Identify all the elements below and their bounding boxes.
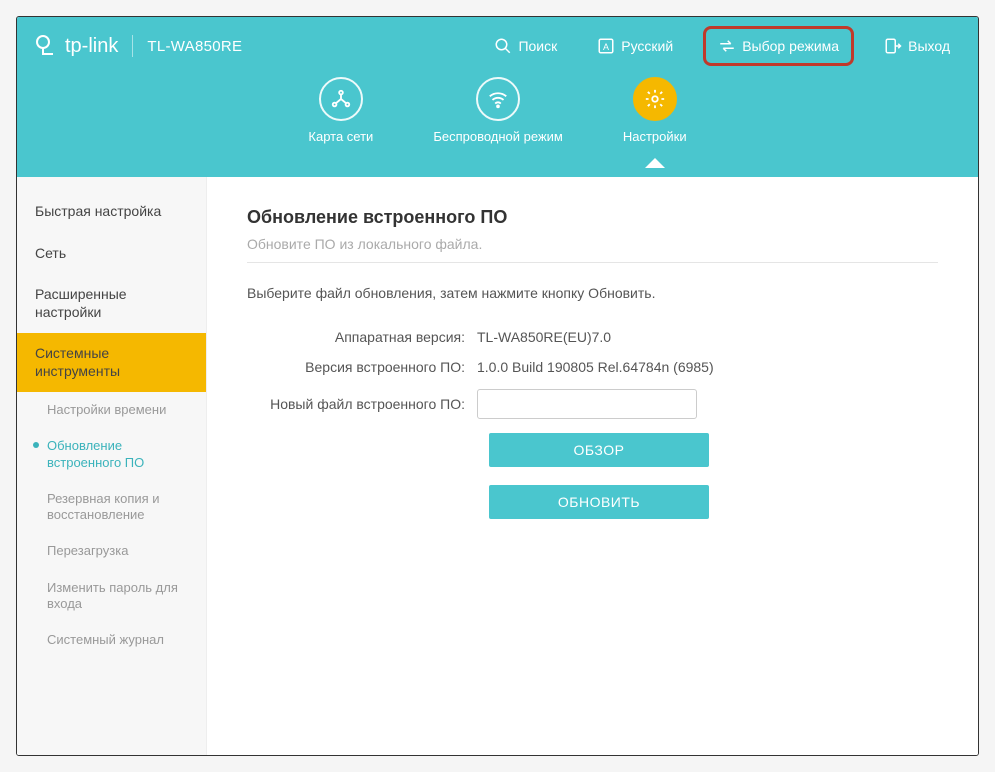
logout-action[interactable]: Выход [874, 31, 960, 61]
sidebar-sub-password[interactable]: Изменить пароль для входа [17, 570, 206, 623]
content: Обновление встроенного ПО Обновите ПО из… [207, 177, 978, 755]
file-label: Новый файл встроенного ПО: [247, 396, 477, 412]
divider [247, 262, 938, 263]
sidebar-sub-reboot[interactable]: Перезагрузка [17, 533, 206, 569]
language-action[interactable]: A Русский [587, 31, 683, 61]
page-subtitle: Обновите ПО из локального файла. [247, 236, 938, 252]
brand-logo: tp-link [35, 34, 118, 58]
update-button[interactable]: ОБНОВИТЬ [489, 485, 709, 519]
fw-version-value: 1.0.0 Build 190805 Rel.64784n (6985) [477, 359, 714, 375]
tab-wireless[interactable]: Беспроводной режим [433, 77, 563, 144]
wifi-icon [476, 77, 520, 121]
page-title: Обновление встроенного ПО [247, 207, 938, 228]
file-input[interactable] [477, 389, 697, 419]
logout-label: Выход [908, 38, 950, 54]
svg-text:A: A [603, 42, 609, 52]
browse-button[interactable]: ОБЗОР [489, 433, 709, 467]
sidebar-sub-firmware[interactable]: Обновление встроенного ПО [17, 428, 206, 481]
hw-version-value: TL-WA850RE(EU)7.0 [477, 329, 611, 345]
sidebar-item-quick-setup[interactable]: Быстрая настройка [17, 191, 206, 233]
search-action[interactable]: Поиск [484, 31, 567, 61]
model-text: TL-WA850RE [147, 38, 242, 55]
language-icon: A [597, 37, 615, 55]
sidebar-item-network[interactable]: Сеть [17, 233, 206, 275]
gear-icon [633, 77, 677, 121]
mode-label: Выбор режима [742, 38, 839, 54]
hw-version-label: Аппаратная версия: [247, 329, 477, 345]
tab-network-map-label: Карта сети [308, 129, 373, 144]
brand-text: tp-link [65, 35, 118, 58]
sidebar-item-systools[interactable]: Системные инструменты [17, 333, 206, 392]
sidebar-sub-backup[interactable]: Резервная копия и восстановление [17, 481, 206, 534]
divider [132, 35, 133, 57]
instruction-text: Выберите файл обновления, затем нажмите … [247, 285, 938, 301]
header: tp-link TL-WA850RE Поиск A Русский Выбор… [17, 17, 978, 177]
search-label: Поиск [518, 38, 557, 54]
network-map-icon [319, 77, 363, 121]
sidebar: Быстрая настройка Сеть Расширенные настр… [17, 177, 207, 755]
mode-icon [718, 37, 736, 55]
tab-settings[interactable]: Настройки [623, 77, 687, 144]
language-label: Русский [621, 38, 673, 54]
sidebar-sub-time[interactable]: Настройки времени [17, 392, 206, 428]
tplink-logo-icon [35, 34, 59, 58]
tab-wireless-label: Беспроводной режим [433, 129, 563, 144]
sidebar-sub-syslog[interactable]: Системный журнал [17, 622, 206, 658]
search-icon [494, 37, 512, 55]
tab-network-map[interactable]: Карта сети [308, 77, 373, 144]
logout-icon [884, 37, 902, 55]
tab-settings-label: Настройки [623, 129, 687, 144]
fw-version-label: Версия встроенного ПО: [247, 359, 477, 375]
mode-select-action[interactable]: Выбор режима [703, 26, 854, 66]
sidebar-item-advanced[interactable]: Расширенные настройки [17, 274, 206, 333]
